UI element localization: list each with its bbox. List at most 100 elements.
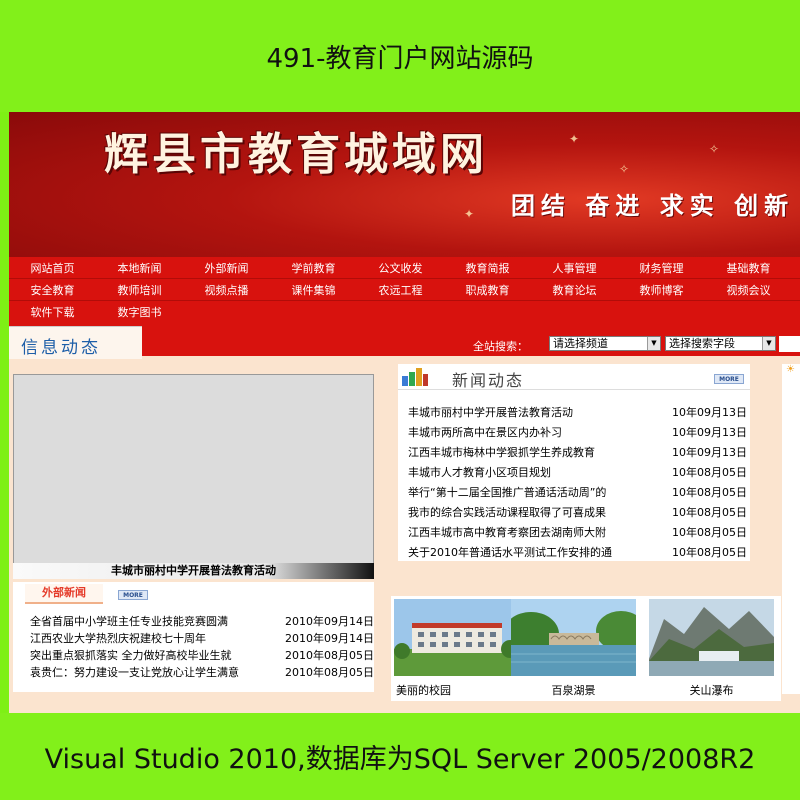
nav-item[interactable]: 人事管理 xyxy=(531,260,618,276)
news-item-title[interactable]: 丰城市丽村中学开展普法教育活动 xyxy=(408,404,672,420)
field-select[interactable]: 选择搜索字段 ▼ xyxy=(665,336,776,351)
photo-slideshow[interactable] xyxy=(13,374,374,579)
channel-select[interactable]: 请选择频道 ▼ xyxy=(549,336,661,351)
news-item-title[interactable]: 举行“第十二届全国推广普通话活动周”的 xyxy=(408,484,672,500)
news-panel: 新闻动态 MORE 丰城市丽村中学开展普法教育活动 10年09月13日 丰城市两所… xyxy=(398,364,750,561)
site-slogan: 团结 奋进 求实 创新 xyxy=(511,192,795,220)
external-item-date: 2010年09月14日 xyxy=(285,631,374,645)
list-item[interactable]: 全省首届中小学班主任专业技能竞赛圆满 2010年09月14日 xyxy=(30,612,375,629)
gallery-label: 关山瀑布 xyxy=(689,684,734,697)
news-icon xyxy=(402,368,428,386)
list-item[interactable]: 举行“第十二届全国推广普通话活动周”的 10年08月05日 xyxy=(408,482,748,502)
search-label: 全站搜索： xyxy=(473,340,528,353)
lake-photo-icon xyxy=(503,599,646,676)
list-item[interactable]: 丰城市丽村中学开展普法教育活动 10年09月13日 xyxy=(408,402,748,422)
nav-item[interactable]: 视频会议 xyxy=(705,282,792,298)
news-item-date: 10年08月05日 xyxy=(672,526,747,539)
news-item-date: 10年08月05日 xyxy=(672,506,747,519)
nav-item[interactable]: 课件集锦 xyxy=(270,282,357,298)
photo-caption[interactable]: 丰城市丽村中学开展普法教育活动 xyxy=(13,563,374,579)
field-select-value: 选择搜索字段 xyxy=(669,337,735,350)
nav-item[interactable]: 学前教育 xyxy=(270,260,357,276)
list-item[interactable]: 我市的综合实践活动课程取得了可喜成果 10年08月05日 xyxy=(408,502,748,522)
external-item-date: 2010年08月05日 xyxy=(285,648,374,662)
nav-item[interactable]: 本地新闻 xyxy=(96,260,183,276)
external-item-title[interactable]: 袁贵仁：努力建设一支让党放心让学生满意 xyxy=(30,664,285,680)
external-news-list: 全省首届中小学班主任专业技能竞赛圆满 2010年09月14日 江西农业大学热烈庆祝… xyxy=(30,612,375,680)
nav-row-1: 网站首页 本地新闻 外部新闻 学前教育 公文收发 教育简报 人事管理 财务管理 … xyxy=(9,257,800,279)
external-news-tab[interactable]: 外部新闻 xyxy=(25,584,103,604)
list-item[interactable]: 江西丰城市高中教育考察团去湖南师大附 10年08月05日 xyxy=(408,522,748,542)
nav-item[interactable]: 外部新闻 xyxy=(183,260,270,276)
gallery-item[interactable]: 美丽的校园 xyxy=(394,599,519,699)
gallery-item[interactable]: 关山瀑布 xyxy=(649,599,774,699)
main-nav: 网站首页 本地新闻 外部新闻 学前教育 公文收发 教育简报 人事管理 财务管理 … xyxy=(9,257,800,323)
info-tab-label: 信息动态 xyxy=(21,338,101,358)
nav-item[interactable]: 教育论坛 xyxy=(531,282,618,298)
site-banner: ✦ ✧ ✦ ✧ ✦ 辉县市教育城域网 团结 奋进 求实 创新 xyxy=(9,112,800,257)
nav-item[interactable]: 职成教育 xyxy=(444,282,531,298)
top-caption: 491-教育门户网站源码 xyxy=(0,0,800,112)
list-item[interactable]: 袁贵仁：努力建设一支让党放心让学生满意 2010年08月05日 xyxy=(30,663,375,680)
news-item-date: 10年08月05日 xyxy=(672,466,747,479)
sparkle-icon: ✧ xyxy=(709,142,720,156)
nav-item[interactable]: 教育简报 xyxy=(444,260,531,276)
nav-row-2: 安全教育 教师培训 视频点播 课件集锦 农远工程 职成教育 教育论坛 教师博客 … xyxy=(9,279,800,301)
info-tab[interactable]: 信息动态 xyxy=(9,326,142,359)
nav-item[interactable]: 教师博客 xyxy=(618,282,705,298)
news-item-title[interactable]: 江西丰城市高中教育考察团去湖南师大附 xyxy=(408,524,672,540)
news-item-title[interactable]: 江西丰城市梅林中学狠抓学生养成教育 xyxy=(408,444,672,460)
external-more-button[interactable]: MORE xyxy=(118,590,148,600)
gallery-item[interactable]: 百泉湖景 xyxy=(503,599,646,699)
news-title: 新闻动态 xyxy=(452,371,525,390)
list-item[interactable]: 丰城市两所高中在景区内办补习 10年09月13日 xyxy=(408,422,748,442)
external-item-title[interactable]: 突出重点狠抓落实 全力做好高校毕业生就 xyxy=(30,647,285,663)
sun-icon: ☀ xyxy=(786,364,795,375)
news-item-title[interactable]: 我市的综合实践活动课程取得了可喜成果 xyxy=(408,504,672,520)
news-more-button[interactable]: MORE xyxy=(714,374,744,384)
list-item[interactable]: 丰城市人才教育小区项目规划 10年08月05日 xyxy=(408,462,748,482)
external-item-title[interactable]: 全省首届中小学班主任专业技能竞赛圆满 xyxy=(30,613,285,629)
external-item-date: 2010年08月05日 xyxy=(285,665,374,679)
nav-item[interactable]: 公文收发 xyxy=(357,260,444,276)
sparkle-icon: ✦ xyxy=(569,132,580,146)
news-item-date: 10年09月13日 xyxy=(672,446,747,459)
search-input[interactable] xyxy=(779,336,800,352)
dropdown-arrow-icon: ▼ xyxy=(762,337,775,350)
nav-item[interactable]: 教师培训 xyxy=(96,282,183,298)
list-item[interactable]: 江西农业大学热烈庆祝建校七十周年 2010年09月14日 xyxy=(30,629,375,646)
nav-item[interactable]: 网站首页 xyxy=(9,260,96,276)
news-item-date: 10年08月05日 xyxy=(672,546,747,559)
waterfall-photo-icon xyxy=(649,599,774,676)
list-item[interactable]: 关于2010年普通话水平测试工作安排的通 10年08月05日 xyxy=(408,542,748,562)
list-item[interactable]: 突出重点狠抓落实 全力做好高校毕业生就 2010年08月05日 xyxy=(30,646,375,663)
external-item-date: 2010年09月14日 xyxy=(285,614,374,628)
news-item-title[interactable]: 丰城市人才教育小区项目规划 xyxy=(408,464,672,480)
right-sidebar-strip: ☀ xyxy=(782,364,800,694)
nav-row-3: 软件下载 数字图书 xyxy=(9,301,800,323)
external-item-title[interactable]: 江西农业大学热烈庆祝建校七十周年 xyxy=(30,630,285,646)
campus-photo-icon xyxy=(394,599,519,676)
list-item[interactable]: 江西丰城市梅林中学狠抓学生养成教育 10年09月13日 xyxy=(408,442,748,462)
bottom-caption: Visual Studio 2010,数据库为SQL Server 2005/2… xyxy=(0,713,800,800)
sparkle-icon: ✧ xyxy=(619,162,630,176)
nav-item[interactable]: 基础教育 xyxy=(705,260,792,276)
gallery-label: 百泉湖景 xyxy=(551,684,596,697)
news-header: 新闻动态 MORE xyxy=(398,364,750,390)
news-list: 丰城市丽村中学开展普法教育活动 10年09月13日 丰城市两所高中在景区内办补习 1… xyxy=(408,402,748,562)
nav-item[interactable]: 安全教育 xyxy=(9,282,96,298)
nav-item[interactable]: 农远工程 xyxy=(357,282,444,298)
nav-item[interactable]: 软件下载 xyxy=(9,304,96,320)
news-item-date: 10年09月13日 xyxy=(672,406,747,419)
news-item-title[interactable]: 关于2010年普通话水平测试工作安排的通 xyxy=(408,544,672,560)
nav-item[interactable]: 财务管理 xyxy=(618,260,705,276)
photo-gallery: 美丽的校园 百泉湖景 关山瀑布 xyxy=(391,596,781,701)
channel-select-value: 请选择频道 xyxy=(553,337,608,350)
news-item-title[interactable]: 丰城市两所高中在景区内办补习 xyxy=(408,424,672,440)
nav-item[interactable]: 视频点播 xyxy=(183,282,270,298)
news-item-date: 10年08月05日 xyxy=(672,486,747,499)
news-item-date: 10年09月13日 xyxy=(672,426,747,439)
sparkle-icon: ✦ xyxy=(464,207,475,221)
site-title: 辉县市教育城域网 xyxy=(104,129,488,180)
nav-item[interactable]: 数字图书 xyxy=(96,304,183,320)
